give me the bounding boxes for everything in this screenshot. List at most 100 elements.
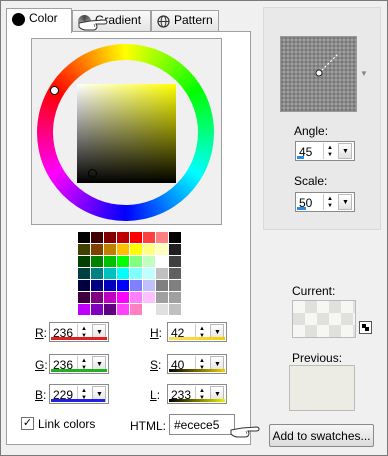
pattern-preview[interactable] (280, 36, 357, 112)
palette-color-cell[interactable] (117, 232, 130, 244)
palette-color-cell[interactable] (91, 256, 104, 268)
palette-color-cell[interactable] (169, 232, 182, 244)
swap-mini-icon[interactable] (359, 321, 372, 334)
scale-spinner[interactable]: 50 ▲ ▼ ▼ (295, 192, 355, 212)
palette-color-cell[interactable] (143, 244, 156, 256)
material-properties-dialog: Color Gradient Pattern R: 236 ▲ ▼ ▼ G: 2… (0, 0, 388, 456)
palette-color-cell[interactable] (91, 268, 104, 280)
palette-color-cell[interactable] (91, 304, 104, 316)
palette-color-cell[interactable] (78, 292, 91, 304)
tab-pattern-label: Pattern (174, 13, 213, 27)
palette-color-cell[interactable] (104, 232, 117, 244)
palette-color-cell[interactable] (104, 268, 117, 280)
palette-color-cell[interactable] (78, 304, 91, 316)
b-label: B: (35, 388, 47, 402)
angle-dropdown-button[interactable]: ▼ (338, 143, 352, 159)
green-level-bar (51, 369, 107, 372)
scale-level-bar (297, 207, 306, 210)
palette-color-cell[interactable] (91, 232, 104, 244)
black-circle-icon (12, 13, 25, 26)
palette-color-cell[interactable] (143, 304, 156, 316)
html-label: HTML: (130, 419, 166, 433)
palette-color-cell[interactable] (156, 256, 169, 268)
palette-color-cell[interactable] (169, 256, 182, 268)
preview-dropdown-arrow[interactable]: ▼ (360, 69, 368, 78)
palette-color-cell[interactable] (169, 268, 182, 280)
link-colors-label: Link colors (38, 417, 96, 431)
palette-color-cell[interactable] (143, 256, 156, 268)
palette-color-cell[interactable] (104, 280, 117, 292)
palette-color-cell[interactable] (91, 292, 104, 304)
blue-level-bar (51, 399, 105, 402)
palette-color-cell[interactable] (130, 292, 143, 304)
palette-color-cell[interactable] (104, 292, 117, 304)
saturation-spinner[interactable]: 40 ▲ ▼ ▼ (167, 354, 227, 374)
palette-color-cell[interactable] (91, 244, 104, 256)
blue-spinner[interactable]: 229 ▲ ▼ ▼ (49, 384, 109, 404)
link-colors-checkbox[interactable]: ✓ (21, 417, 34, 430)
h-label: H: (150, 326, 163, 340)
palette-color-cell[interactable] (143, 268, 156, 280)
palette-color-cell[interactable] (156, 292, 169, 304)
add-to-swatches-button[interactable]: Add to swatches... (269, 424, 374, 447)
angle-spinner[interactable]: 45 ▲ ▼ ▼ (295, 141, 355, 161)
palette-color-cell[interactable] (104, 256, 117, 268)
palette-color-cell[interactable] (78, 280, 91, 292)
palette-color-cell[interactable] (156, 304, 169, 316)
hand-pointer-icon (230, 426, 260, 438)
hue-spinner[interactable]: 42 ▲ ▼ ▼ (167, 322, 227, 342)
tab-color[interactable]: Color (6, 8, 72, 33)
palette-color-cell[interactable] (78, 256, 91, 268)
palette-color-cell[interactable] (156, 268, 169, 280)
hue-selector-handle[interactable] (50, 86, 59, 95)
previous-label: Previous: (292, 351, 343, 365)
palette-color-cell[interactable] (169, 304, 182, 316)
l-label: L: (150, 388, 161, 402)
angle-spin-arrows[interactable]: ▲ ▼ (323, 143, 337, 159)
pattern-noise-texture (281, 37, 356, 111)
palette-color-cell[interactable] (91, 280, 104, 292)
html-color-input[interactable]: #ecece5 (169, 414, 235, 435)
palette-color-cell[interactable] (130, 280, 143, 292)
palette-color-cell[interactable] (156, 280, 169, 292)
palette-color-cell[interactable] (169, 292, 182, 304)
color-wheel-picker[interactable] (31, 38, 222, 225)
tab-pattern[interactable]: Pattern (151, 10, 219, 31)
palette-color-cell[interactable] (78, 244, 91, 256)
palette-color-cell[interactable] (130, 232, 143, 244)
palette-color-cell[interactable] (104, 244, 117, 256)
scale-dropdown-button[interactable]: ▼ (338, 194, 352, 210)
lightness-spinner[interactable]: 233 ▲ ▼ ▼ (167, 384, 227, 404)
globe-icon (157, 15, 170, 28)
palette-color-cell[interactable] (169, 244, 182, 256)
palette-color-cell[interactable] (156, 232, 169, 244)
palette-color-cell[interactable] (117, 304, 130, 316)
palette-color-cell[interactable] (117, 268, 130, 280)
lightness-level-bar (169, 399, 225, 402)
palette-color-cell[interactable] (130, 268, 143, 280)
palette-color-cell[interactable] (156, 244, 169, 256)
g-label: G: (35, 358, 48, 372)
palette-color-cell[interactable] (78, 268, 91, 280)
palette-color-cell[interactable] (117, 280, 130, 292)
palette-color-cell[interactable] (130, 256, 143, 268)
color-selector-handle[interactable] (88, 169, 97, 178)
palette-color-cell[interactable] (78, 232, 91, 244)
scale-spin-arrows[interactable]: ▲ ▼ (323, 194, 337, 210)
green-spinner[interactable]: 236 ▲ ▼ ▼ (49, 354, 109, 374)
palette-color-cell[interactable] (104, 304, 117, 316)
palette-color-cell[interactable] (143, 232, 156, 244)
s-label: S: (150, 358, 162, 372)
current-color-swatch[interactable] (292, 300, 356, 338)
palette-color-cell[interactable] (130, 244, 143, 256)
palette-color-cell[interactable] (130, 304, 143, 316)
red-level-bar (51, 337, 107, 340)
palette-color-cell[interactable] (117, 244, 130, 256)
previous-color-swatch[interactable] (289, 365, 355, 411)
red-spinner[interactable]: 236 ▲ ▼ ▼ (49, 322, 109, 342)
palette-color-cell[interactable] (169, 280, 182, 292)
palette-color-cell[interactable] (117, 256, 130, 268)
palette-color-cell[interactable] (143, 280, 156, 292)
palette-color-cell[interactable] (117, 292, 130, 304)
palette-color-cell[interactable] (143, 292, 156, 304)
